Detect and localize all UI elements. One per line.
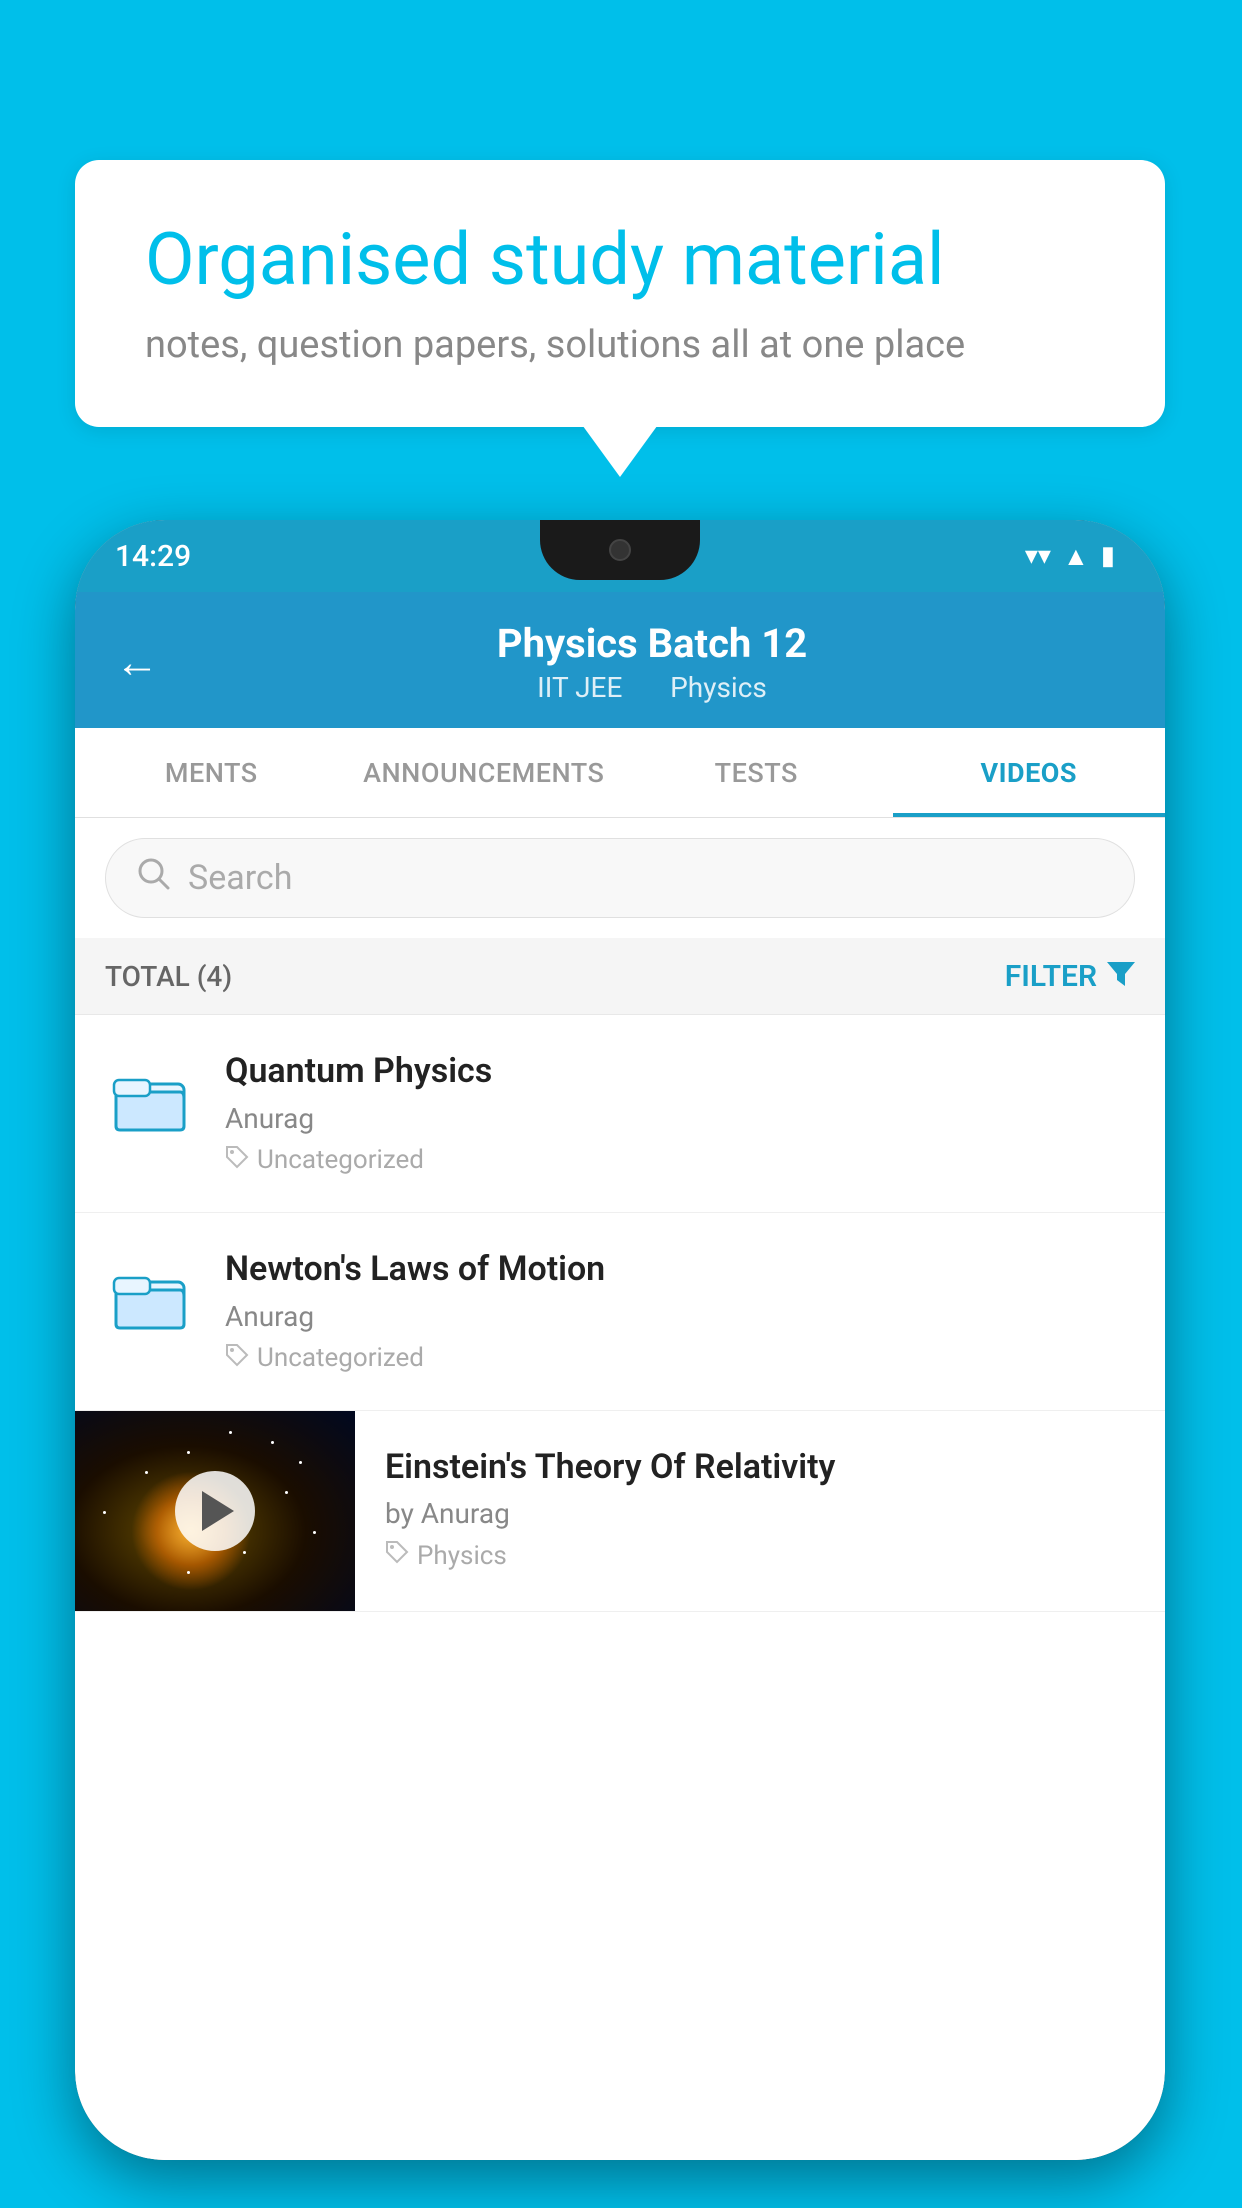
search-container: Search [75, 818, 1165, 938]
tag-icon [225, 1145, 249, 1176]
app-content: ← Physics Batch 12 IIT JEE Physics MENTS [75, 592, 1165, 2160]
search-placeholder: Search [188, 858, 292, 898]
tab-videos[interactable]: VIDEOS [893, 728, 1166, 817]
bubble-title: Organised study material [145, 220, 1095, 299]
tag-icon [225, 1343, 249, 1374]
list-item[interactable]: Quantum Physics Anurag Uncategorized [75, 1015, 1165, 1213]
status-bar: 14:29 ▾▾ ▲ ▮ [75, 520, 1165, 592]
video-thumbnail [75, 1411, 355, 1611]
item-author: Anurag [225, 1102, 1135, 1135]
filter-row: TOTAL (4) FILTER [75, 938, 1165, 1015]
app-header: ← Physics Batch 12 IIT JEE Physics [75, 592, 1165, 728]
item-content: Newton's Laws of Motion Anurag Uncategor… [225, 1249, 1135, 1374]
item-content: Einstein's Theory Of Relativity by Anura… [355, 1411, 1165, 1608]
item-folder-icon [105, 1055, 195, 1145]
tab-announcements[interactable]: ANNOUNCEMENTS [348, 728, 621, 817]
tag-label: Uncategorized [257, 1343, 424, 1373]
item-tag: Physics [385, 1540, 1135, 1571]
item-author: Anurag [225, 1300, 1135, 1333]
notch [540, 520, 700, 580]
item-title: Einstein's Theory Of Relativity [385, 1447, 1135, 1488]
tabs-bar: MENTS ANNOUNCEMENTS TESTS VIDEOS [75, 728, 1165, 818]
search-bar[interactable]: Search [105, 838, 1135, 918]
filter-button[interactable]: FILTER [1005, 958, 1135, 994]
total-count: TOTAL (4) [105, 960, 232, 993]
item-title: Newton's Laws of Motion [225, 1249, 1135, 1290]
tab-ments[interactable]: MENTS [75, 728, 348, 817]
item-tag: Uncategorized [225, 1343, 1135, 1374]
speech-bubble: Organised study material notes, question… [75, 160, 1165, 427]
status-icons: ▾▾ ▲ ▮ [1025, 541, 1115, 572]
header-subtitle: IIT JEE Physics [179, 671, 1125, 704]
filter-icon [1107, 958, 1135, 994]
signal-icon: ▲ [1063, 541, 1089, 572]
item-folder-icon [105, 1253, 195, 1343]
header-tag1: IIT JEE [537, 671, 622, 704]
header-main-title: Physics Batch 12 [179, 620, 1125, 667]
tag-label: Physics [417, 1541, 507, 1571]
video-list: Quantum Physics Anurag Uncategorized [75, 1015, 1165, 2160]
phone-frame: 14:29 ▾▾ ▲ ▮ ← Physics Batch 12 IIT JEE [75, 520, 1165, 2160]
play-icon [202, 1491, 234, 1531]
list-item[interactable]: Einstein's Theory Of Relativity by Anura… [75, 1411, 1165, 1612]
back-button[interactable]: ← [115, 636, 159, 688]
battery-icon: ▮ [1101, 541, 1115, 571]
list-item[interactable]: Newton's Laws of Motion Anurag Uncategor… [75, 1213, 1165, 1411]
item-content: Quantum Physics Anurag Uncategorized [225, 1051, 1135, 1176]
header-tag2: Physics [670, 671, 767, 704]
tag-label: Uncategorized [257, 1145, 424, 1175]
camera [609, 539, 631, 561]
filter-label: FILTER [1005, 959, 1097, 994]
item-tag: Uncategorized [225, 1145, 1135, 1176]
tag-icon [385, 1540, 409, 1571]
search-icon [136, 856, 172, 901]
item-author: by Anurag [385, 1497, 1135, 1530]
play-button[interactable] [175, 1471, 255, 1551]
header-title-group: Physics Batch 12 IIT JEE Physics [179, 620, 1125, 704]
bubble-subtitle: notes, question papers, solutions all at… [145, 323, 1095, 367]
phone-screen: 14:29 ▾▾ ▲ ▮ ← Physics Batch 12 IIT JEE [75, 520, 1165, 2160]
wifi-icon: ▾▾ [1025, 541, 1051, 571]
status-time: 14:29 [115, 539, 191, 574]
tab-tests[interactable]: TESTS [620, 728, 893, 817]
item-title: Quantum Physics [225, 1051, 1135, 1092]
